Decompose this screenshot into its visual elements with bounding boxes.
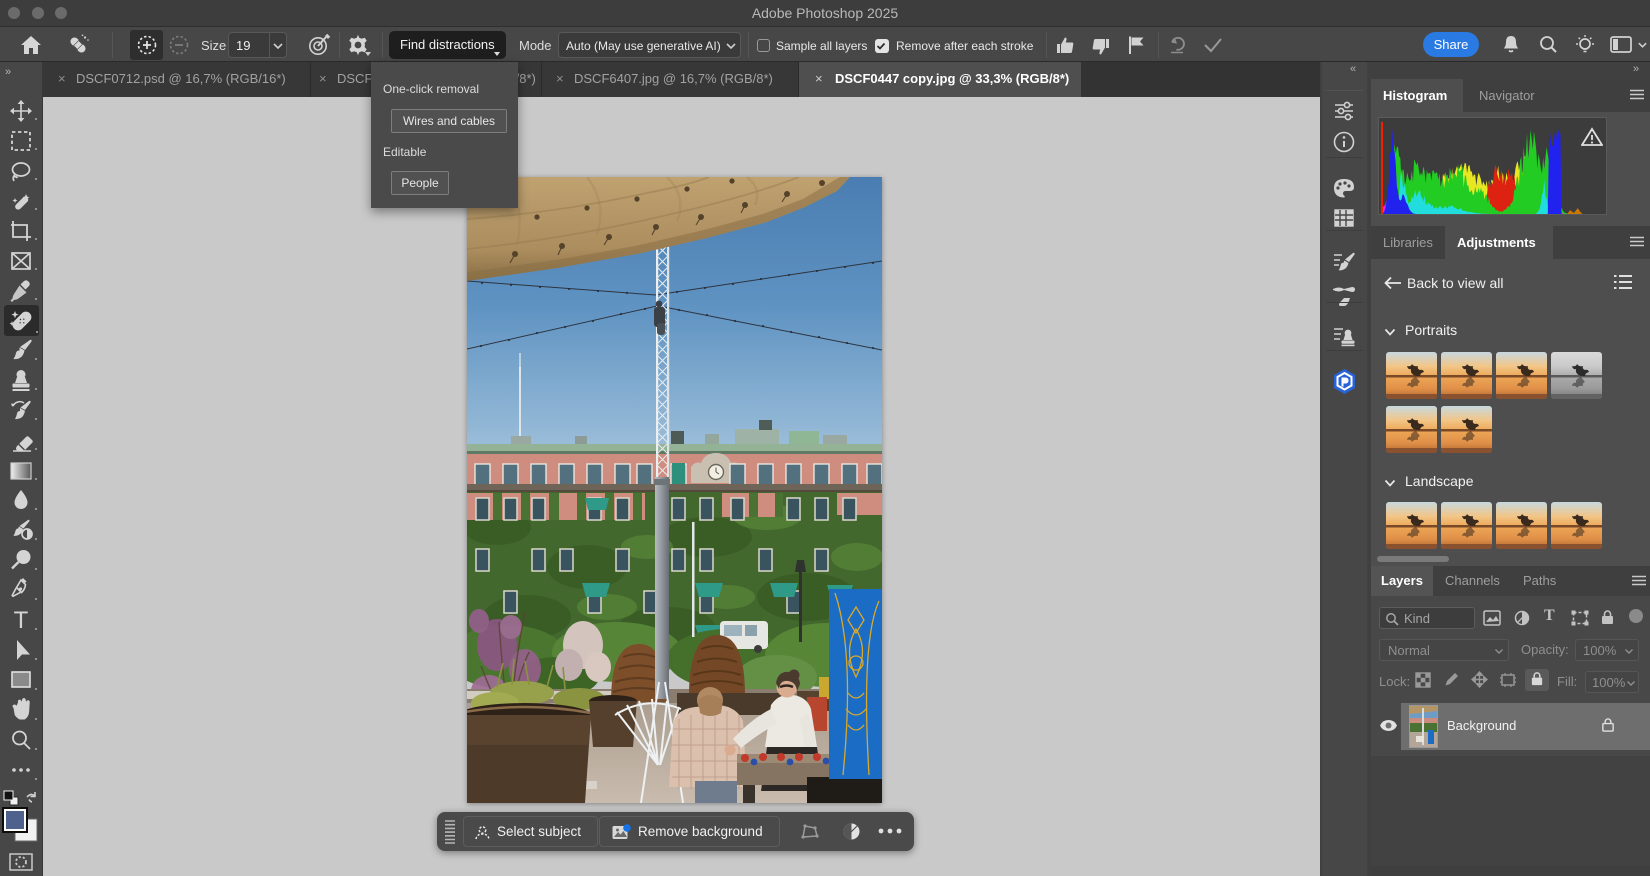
svg-text:T: T — [14, 607, 29, 634]
